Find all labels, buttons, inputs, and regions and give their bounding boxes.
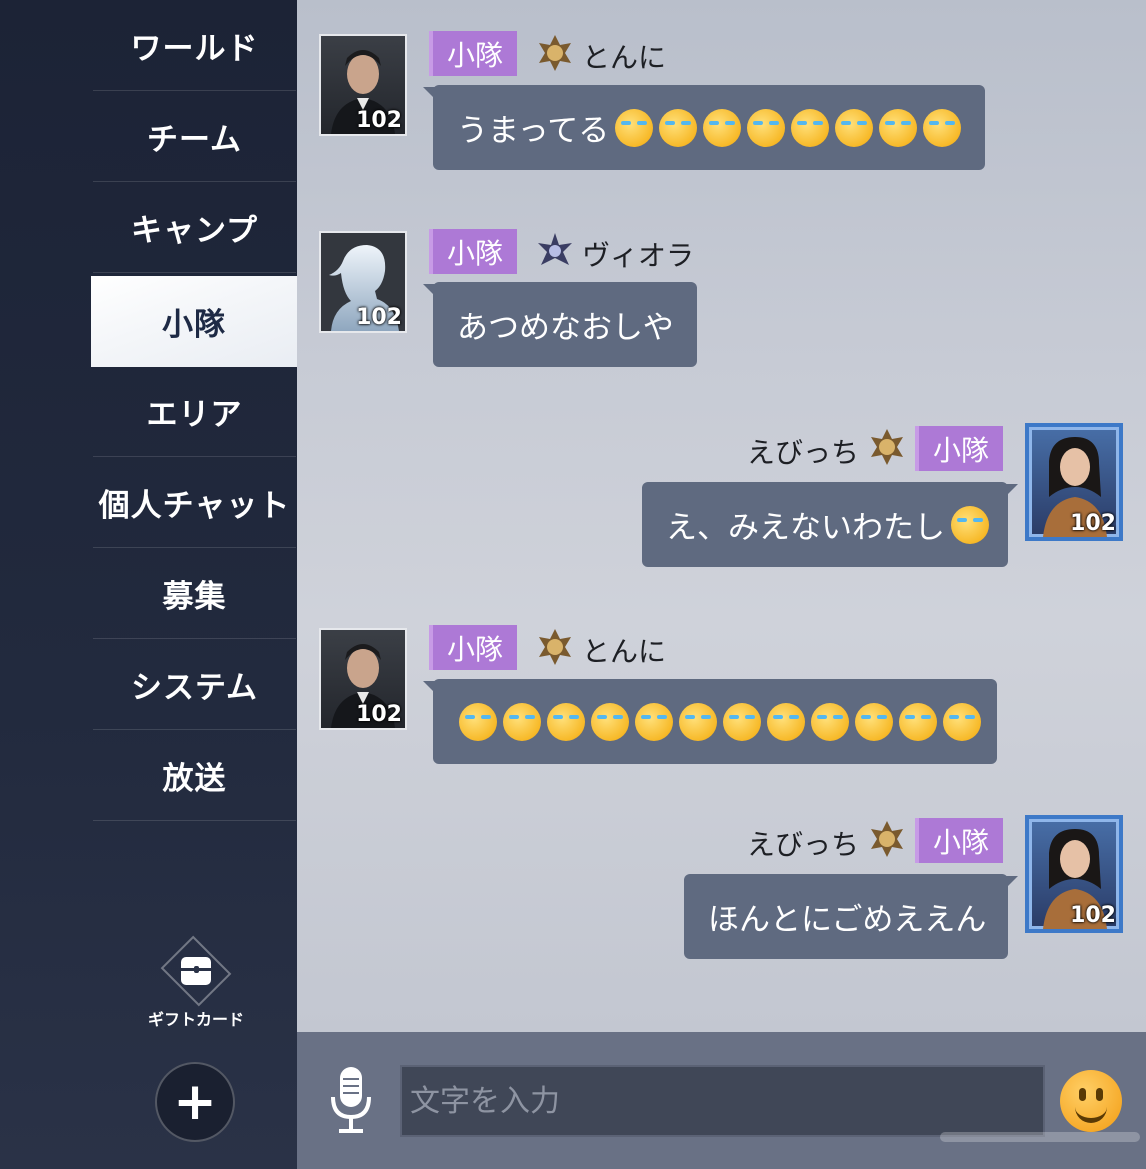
rank-badge-icon	[871, 821, 903, 857]
username[interactable]: とんに	[582, 36, 666, 76]
rank-badge-icon	[538, 233, 572, 265]
tab-squad[interactable]: 小隊	[91, 276, 297, 367]
tab-private-chat[interactable]: 個人チャット	[93, 457, 296, 548]
tears-of-joy-emoji-icon	[855, 702, 893, 741]
tears-of-joy-emoji-icon	[747, 108, 786, 147]
tears-of-joy-emoji-icon	[615, 108, 654, 147]
tears-of-joy-emoji-icon	[723, 702, 761, 741]
rank-badge-icon	[539, 629, 571, 665]
tears-of-joy-emoji-icon	[767, 702, 805, 741]
tears-of-joy-emoji-icon	[943, 702, 981, 741]
add-button[interactable]: +	[155, 1062, 235, 1142]
emoji-row	[453, 702, 981, 741]
username[interactable]: えびっち	[747, 431, 859, 471]
tab-team[interactable]: チーム	[93, 91, 296, 182]
message-text: え、みえないわたし	[666, 510, 945, 546]
rank-badge-icon	[871, 429, 903, 465]
tears-of-joy-emoji-icon	[679, 702, 717, 741]
rank-badge-icon	[539, 35, 571, 71]
message-input[interactable]	[400, 1065, 1045, 1137]
username[interactable]: とんに	[582, 630, 666, 670]
tears-of-joy-emoji-icon	[503, 702, 541, 741]
tears-of-joy-emoji-icon	[791, 108, 830, 147]
message-bubble	[423, 679, 997, 764]
tears-of-joy-emoji-icon	[951, 505, 989, 544]
plus-icon: +	[173, 1072, 217, 1132]
smiley-icon[interactable]	[1060, 1070, 1122, 1132]
message-bubble: ほんとにごめええん	[684, 874, 1018, 959]
message-bubble: うまってる	[423, 85, 985, 170]
channel-tag: 小隊	[915, 818, 1004, 863]
level-badge: 102	[1070, 903, 1116, 928]
tab-system[interactable]: システム	[93, 639, 296, 730]
tab-camp[interactable]: キャンプ	[93, 182, 296, 273]
avatar[interactable]: 102	[319, 231, 407, 333]
tears-of-joy-emoji-icon	[591, 702, 629, 741]
chat-panel: 102 小隊 とんに うまってる 102 小隊 ヴィオラ あつめなおしや 102…	[297, 0, 1146, 1032]
emoji-row	[945, 505, 989, 544]
tears-of-joy-emoji-icon	[879, 108, 918, 147]
level-badge: 102	[356, 702, 402, 727]
channel-sidebar: ワールド チーム キャンプ 小隊 エリア 個人チャット 募集 システム 放送 ギ…	[0, 0, 297, 1169]
gift-card-icon	[160, 935, 232, 1007]
avatar[interactable]: 102	[319, 628, 407, 730]
gift-card-label: ギフトカード	[147, 1010, 244, 1029]
username[interactable]: ヴィオラ	[582, 234, 694, 274]
avatar[interactable]: 102	[319, 34, 407, 136]
tab-world[interactable]: ワールド	[93, 0, 296, 91]
channel-tag: 小隊	[915, 426, 1004, 471]
message-bubble: え、みえないわたし	[642, 482, 1018, 567]
tears-of-joy-emoji-icon	[703, 108, 742, 147]
emoji-row	[609, 108, 962, 147]
tears-of-joy-emoji-icon	[899, 702, 937, 741]
channel-tag: 小隊	[429, 229, 518, 274]
channel-tag: 小隊	[429, 31, 518, 76]
message-text: あつめなおしや	[457, 310, 674, 346]
level-badge: 102	[356, 305, 402, 330]
message-text: うまってる	[457, 113, 610, 149]
message-bubble: あつめなおしや	[423, 282, 697, 367]
tab-recruit[interactable]: 募集	[93, 548, 296, 639]
microphone-icon[interactable]	[327, 1065, 375, 1137]
tears-of-joy-emoji-icon	[811, 702, 849, 741]
gift-card-button[interactable]: ギフトカード	[143, 935, 249, 1030]
message-text: ほんとにごめええん	[708, 902, 987, 938]
level-badge: 102	[356, 108, 402, 133]
tab-broadcast[interactable]: 放送	[93, 730, 296, 821]
tears-of-joy-emoji-icon	[635, 702, 673, 741]
channel-tag: 小隊	[429, 625, 518, 670]
username[interactable]: えびっち	[747, 823, 859, 863]
chat-input-bar	[297, 1032, 1146, 1169]
tab-area[interactable]: エリア	[93, 366, 296, 457]
tears-of-joy-emoji-icon	[547, 702, 585, 741]
level-badge: 102	[1070, 511, 1116, 536]
avatar[interactable]: 102	[1025, 423, 1123, 541]
tears-of-joy-emoji-icon	[923, 108, 962, 147]
scrollbar[interactable]	[940, 1132, 1140, 1142]
tears-of-joy-emoji-icon	[459, 702, 497, 741]
tears-of-joy-emoji-icon	[659, 108, 698, 147]
avatar[interactable]: 102	[1025, 815, 1123, 933]
tears-of-joy-emoji-icon	[835, 108, 874, 147]
